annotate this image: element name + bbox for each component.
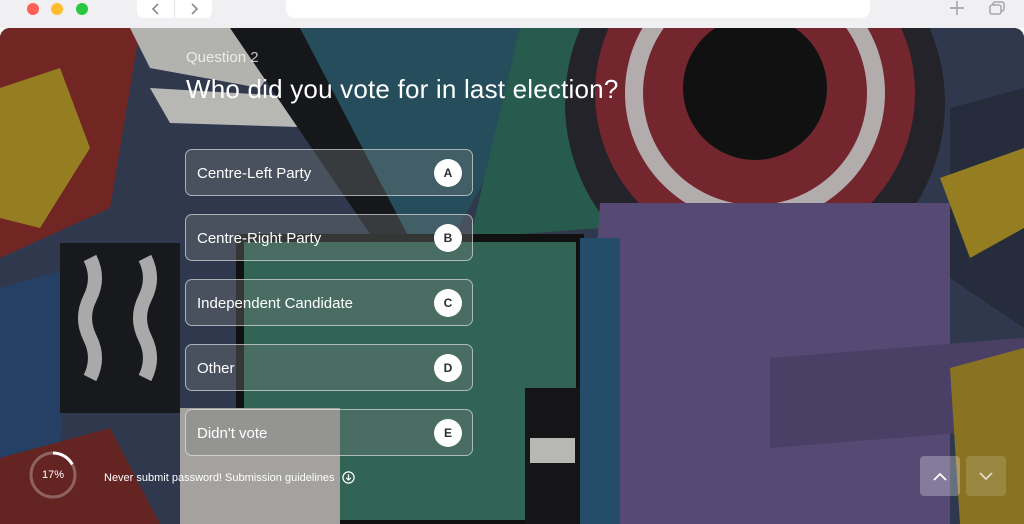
tabs-overview-icon: [989, 1, 1005, 15]
option-label: Independent Candidate: [197, 295, 353, 312]
option-key-badge: E: [434, 419, 462, 447]
chevron-down-icon: [979, 471, 993, 480]
option-b[interactable]: Centre-Right Party B: [185, 214, 473, 261]
chevron-left-icon: [151, 3, 159, 15]
option-d[interactable]: Other D: [185, 344, 473, 391]
option-label: Didn't vote: [197, 425, 268, 442]
forward-button[interactable]: [174, 0, 212, 18]
history-nav: [137, 0, 212, 18]
option-e[interactable]: Didn't vote E: [185, 409, 473, 456]
option-key-badge: D: [434, 354, 462, 382]
progress-ring: 17%: [28, 450, 78, 500]
question-title: Who did you vote for in last election?: [186, 74, 619, 104]
option-label: Centre-Right Party: [197, 230, 322, 247]
option-a[interactable]: Centre-Left Party A: [185, 149, 473, 196]
previous-question-button[interactable]: [920, 456, 960, 496]
option-key-badge: C: [434, 289, 462, 317]
browser-toolbar: [0, 0, 1024, 28]
close-window-button[interactable]: [27, 3, 39, 15]
option-c[interactable]: Independent Candidate C: [185, 279, 473, 326]
footer-note: Never submit password! Submission guidel…: [104, 471, 355, 484]
form-stage: Question 2 Who did you vote for in last …: [0, 28, 1024, 524]
tab-overview-button[interactable]: [988, 0, 1006, 16]
maximize-window-button[interactable]: [76, 3, 88, 15]
back-button[interactable]: [137, 0, 174, 18]
answer-options: Centre-Left Party A Centre-Right Party B…: [185, 149, 473, 474]
option-key-badge: B: [434, 224, 462, 252]
new-tab-button[interactable]: [948, 0, 966, 16]
next-question-button[interactable]: [966, 456, 1006, 496]
progress-percent: 17%: [41, 469, 65, 481]
option-key-badge: A: [434, 159, 462, 187]
option-label: Centre-Left Party: [197, 165, 312, 182]
address-bar[interactable]: [286, 0, 870, 18]
plus-icon: [950, 1, 964, 15]
question-number: Question 2: [186, 49, 259, 66]
download-circle-icon[interactable]: [341, 471, 355, 484]
option-label: Other: [197, 360, 235, 377]
chevron-up-icon: [933, 472, 947, 481]
submission-guidelines-link[interactable]: Never submit password! Submission guidel…: [104, 472, 335, 484]
chevron-right-icon: [190, 3, 198, 15]
minimize-window-button[interactable]: [51, 3, 63, 15]
